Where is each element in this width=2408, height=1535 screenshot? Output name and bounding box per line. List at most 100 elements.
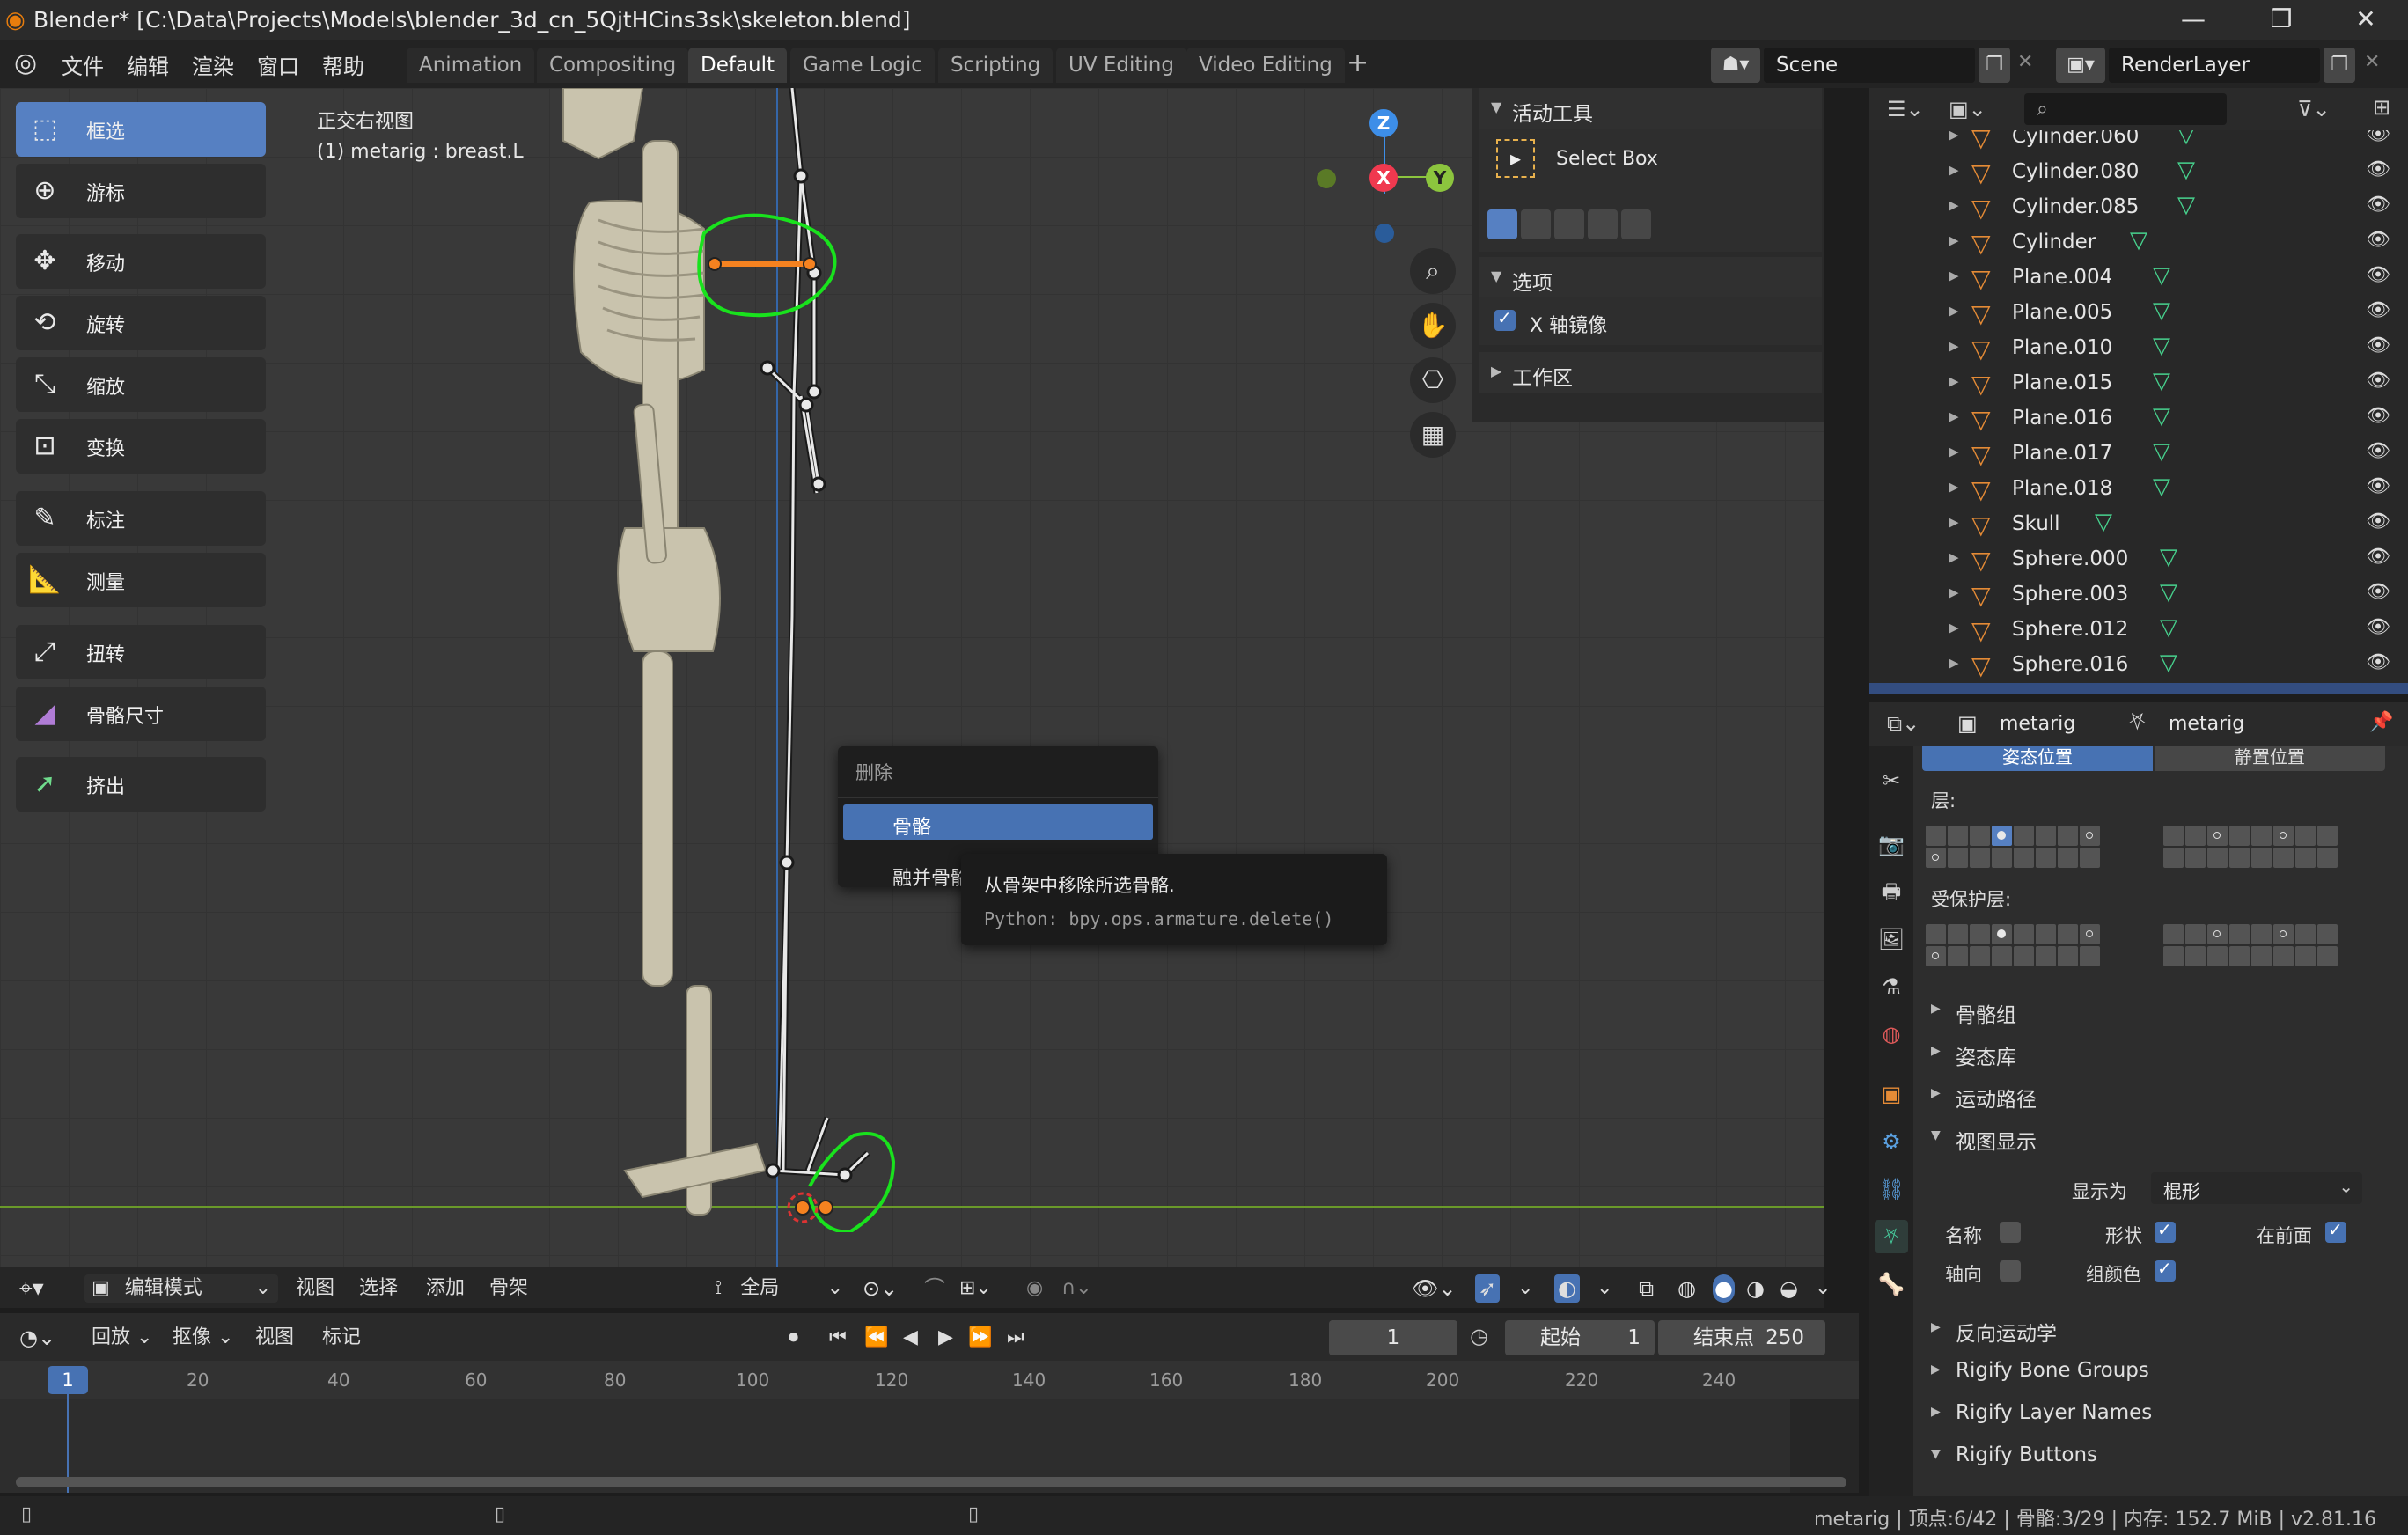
list-item[interactable]: ▶ ▽ Sphere.016 ▽ 👁 — [1869, 648, 2408, 683]
tool-move[interactable]: ✥ 移动 — [16, 234, 266, 289]
eye-icon[interactable]: 👁 — [2366, 475, 2390, 497]
timeline-scrollbar[interactable] — [16, 1477, 1846, 1487]
add-workspace-button[interactable]: + — [1347, 48, 1369, 78]
tab-default[interactable]: Default — [688, 48, 788, 83]
tab-uv-editing[interactable]: UV Editing — [1056, 48, 1186, 83]
chevron-down-icon[interactable]: ⌄ — [1517, 1274, 1533, 1303]
armature-data-tab-icon[interactable]: ⛧ — [1875, 1220, 1908, 1253]
chevron-down-icon[interactable]: ⌄ — [1597, 1274, 1612, 1303]
outliner-search-input[interactable]: ⌕ — [2024, 93, 2227, 125]
eye-icon[interactable]: 👁 — [2366, 510, 2390, 532]
section-motion-paths[interactable]: ▶ 运动路径 — [1922, 1076, 2389, 1114]
gizmo-neg-y[interactable] — [1317, 169, 1336, 188]
display-mode-icon[interactable]: ▣⌄ — [1949, 97, 1986, 121]
timeline-area[interactable]: 1 20 40 60 80 100 120 140 160 180 200 22… — [0, 1361, 1859, 1493]
jump-end-icon[interactable]: ⏭ — [1007, 1324, 1024, 1352]
camera-view-icon[interactable]: ⎔ — [1410, 357, 1456, 403]
menu-playback[interactable]: 回放 ⌄ — [92, 1324, 152, 1352]
menu-edit[interactable]: 编辑 — [127, 49, 169, 80]
section-bone-groups[interactable]: ▶ 骨骼组 — [1922, 991, 2389, 1030]
gizmo-z-axis[interactable]: Z — [1369, 109, 1398, 137]
menu-add[interactable]: 添加 — [426, 1274, 465, 1303]
view-layer-icon[interactable]: 🖼 — [1875, 922, 1908, 956]
list-item[interactable]: ▶ ▽ Skull ▽ 👁 — [1869, 507, 2408, 542]
overlay-toggle-icon[interactable]: ◐ — [1554, 1274, 1580, 1303]
wireframe-shading-icon[interactable]: ◍ — [1678, 1274, 1696, 1303]
list-item[interactable]: ▶ ▽ Plane.016 ▽ 👁 — [1869, 401, 2408, 437]
outliner-editor-icon[interactable]: ☰⌄ — [1887, 97, 1924, 121]
shape-checkbox[interactable] — [2155, 1219, 2176, 1243]
menu-render[interactable]: 渲染 — [192, 49, 234, 80]
end-frame-field[interactable]: 结束点 250 — [1658, 1320, 1825, 1355]
tool-extrude[interactable]: ➚ 挤出 — [16, 757, 266, 812]
tool-scale[interactable]: ⤡ 缩放 — [16, 357, 266, 412]
blender-menu-icon[interactable]: ◎ — [14, 48, 37, 78]
section-rigify-bone-groups[interactable]: ▶ Rigify Bone Groups — [1922, 1352, 2389, 1391]
minimize-button[interactable]: — — [2151, 0, 2235, 40]
mode-selector[interactable]: ▣ 编辑模式 ⌄ — [84, 1274, 278, 1303]
workspace-panel-header[interactable]: ▶ 工作区 — [1479, 352, 1822, 393]
eye-icon[interactable]: 👁 — [2366, 158, 2390, 180]
select-mode-subtract[interactable] — [1554, 209, 1584, 239]
menu-item-delete-bones[interactable]: 骨骼 — [843, 804, 1153, 840]
playhead-frame-badge[interactable]: 1 — [48, 1366, 88, 1394]
armature-bones[interactable] — [669, 88, 898, 1232]
list-item[interactable]: ▶ ▽ Plane.017 ▽ 👁 — [1869, 437, 2408, 472]
menu-keying[interactable]: 抠像 ⌄ — [173, 1324, 233, 1352]
chevron-down-icon[interactable]: ⌄ — [1815, 1274, 1831, 1303]
names-checkbox[interactable] — [2000, 1222, 2021, 1243]
eye-icon[interactable]: 👁 — [2366, 581, 2390, 603]
new-render-layer-icon[interactable]: ❐ — [2324, 48, 2355, 83]
tool-transform[interactable]: ⊡ 变换 — [16, 419, 266, 474]
tab-game-logic[interactable]: Game Logic — [790, 48, 935, 83]
list-item[interactable]: ▶ ▽ Sphere.012 ▽ 👁 — [1869, 613, 2408, 648]
list-item[interactable]: ▶ ▽ Plane.004 ▽ 👁 — [1869, 261, 2408, 296]
list-item[interactable]: ▶ ▽ Plane.005 ▽ 👁 — [1869, 296, 2408, 331]
falloff-icon[interactable]: ∩⌄ — [1061, 1274, 1092, 1303]
list-item[interactable]: ▶ ▽ Cylinder.060 ▽ 👁 — [1869, 130, 2408, 155]
section-rigify-layer-names[interactable]: ▶ Rigify Layer Names — [1922, 1394, 2389, 1433]
tool-cursor[interactable]: ⊕ 游标 — [16, 164, 266, 218]
eye-icon[interactable]: 👁 — [2366, 405, 2390, 427]
delete-scene-icon[interactable]: ✕ — [2017, 51, 2033, 73]
tool-settings-icon[interactable]: ✂ — [1875, 764, 1908, 797]
section-rigify-buttons[interactable]: ▼ Rigify Buttons — [1922, 1436, 2389, 1475]
menu-marker[interactable]: 标记 — [322, 1324, 361, 1352]
list-item[interactable]: ▶ ▽ Cylinder.080 ▽ 👁 — [1869, 155, 2408, 190]
protected-layers-grid-right[interactable] — [2163, 924, 2338, 966]
world-icon[interactable]: ◍ — [1875, 1017, 1908, 1051]
clock-icon[interactable]: ◷ — [1470, 1324, 1488, 1348]
tab-scripting[interactable]: Scripting — [938, 48, 1054, 83]
eye-icon[interactable]: 👁 — [2366, 651, 2390, 673]
tool-measure[interactable]: 📐 测量 — [16, 553, 266, 607]
tab-animation[interactable]: Animation — [407, 48, 535, 83]
menu-view[interactable]: 视图 — [296, 1274, 334, 1303]
ortho-grid-icon[interactable]: ▦ — [1410, 412, 1456, 458]
visibility-icon[interactable]: 👁⌄ — [1412, 1274, 1457, 1303]
list-item[interactable]: ▶ ▽ Cylinder.085 ▽ 👁 — [1869, 190, 2408, 225]
maximize-button[interactable]: ❐ — [2239, 0, 2324, 40]
select-mode-extend[interactable] — [1521, 209, 1551, 239]
solid-shading-icon[interactable]: ● — [1713, 1274, 1735, 1303]
options-panel-header[interactable]: ▼ 选项 — [1479, 257, 1822, 297]
object-props-icon[interactable]: ▣ — [1875, 1077, 1908, 1111]
record-icon[interactable]: ⏺ — [789, 1324, 798, 1352]
tab-compositing[interactable]: Compositing — [537, 48, 689, 83]
properties-editor-icon[interactable]: ⧉⌄ — [1887, 711, 1920, 736]
pan-hand-icon[interactable]: ✋ — [1410, 303, 1456, 349]
new-collection-icon[interactable]: ⊞ — [2373, 95, 2390, 120]
transform-orientation[interactable]: ⟟ 全局 ⌄ — [715, 1274, 847, 1303]
tool-rotate[interactable]: ⟲ 旋转 — [16, 296, 266, 350]
menu-file[interactable]: 文件 — [62, 49, 104, 80]
material-shading-icon[interactable]: ◑ — [1746, 1274, 1765, 1303]
select-mode-new[interactable] — [1487, 209, 1517, 239]
tool-roll[interactable]: ⤢ 扭转 — [16, 625, 266, 679]
scene-icon[interactable]: ⚗ — [1875, 970, 1908, 1003]
modifiers-icon[interactable]: ⚙ — [1875, 1125, 1908, 1158]
snap-icon[interactable]: ⌒ — [924, 1274, 945, 1303]
delete-render-layer-icon[interactable]: ✕ — [2364, 51, 2380, 73]
section-viewport-display[interactable]: ▼ 视图显示 — [1922, 1118, 2389, 1157]
rendered-shading-icon[interactable]: ◒ — [1780, 1274, 1798, 1303]
tool-bone-size[interactable]: ◢ 骨骼尺寸 — [16, 687, 266, 741]
group-colors-checkbox[interactable] — [2155, 1258, 2176, 1282]
